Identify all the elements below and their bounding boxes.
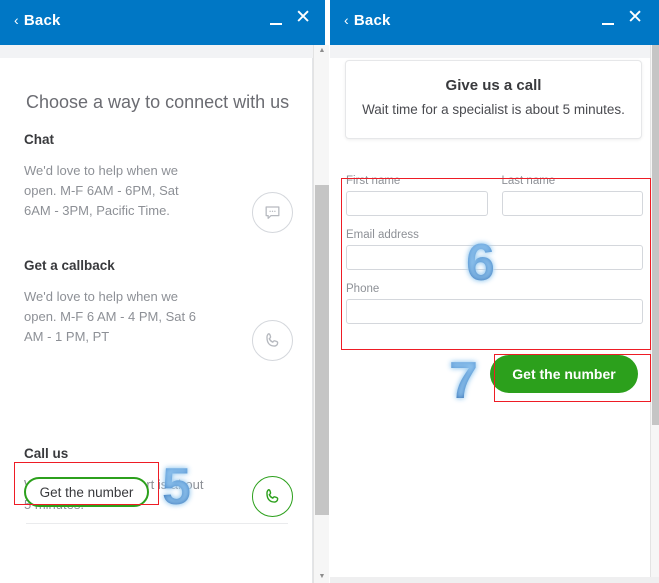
option-callback-title: Get a callback: [24, 258, 115, 273]
section-divider: [26, 523, 288, 524]
last-name-field-group: Last name: [501, 175, 643, 216]
left-back-label: Back: [23, 12, 61, 29]
right-back-button[interactable]: ‹ Back: [344, 12, 391, 29]
chat-bubble-icon[interactable]: [252, 192, 293, 233]
callback-phone-icon[interactable]: [252, 320, 293, 361]
first-name-input[interactable]: [346, 191, 488, 216]
right-subheader-band: [330, 45, 659, 58]
right-window-titlebar: ‹ Back ✕: [330, 0, 659, 45]
get-the-number-button-right[interactable]: Get the number: [490, 355, 638, 393]
left-window-body: Choose a way to connect with us Chat We'…: [0, 58, 313, 583]
email-input[interactable]: [346, 245, 643, 270]
left-window-titlebar: ‹ Back ✕: [0, 0, 325, 45]
scroll-up-arrow[interactable]: ▲: [314, 45, 329, 57]
right-scrollbar-thumb[interactable]: [652, 45, 659, 425]
give-us-a-call-window: ‹ Back ✕ Give us a call Wait time for a …: [330, 0, 659, 583]
give-us-a-call-card: Give us a call Wait time for a specialis…: [345, 60, 642, 139]
right-window-bottom-strip: [330, 577, 659, 583]
call-us-phone-icon[interactable]: [252, 476, 293, 517]
option-call-us-title: Call us: [24, 446, 69, 461]
phone-input[interactable]: [346, 299, 643, 324]
option-chat-description: We'd love to help when we open. M-F 6AM …: [24, 163, 179, 218]
page-title: Choose a way to connect with us: [26, 92, 290, 112]
connect-options-window: ‹ Back ✕ Choose a way to connect with us…: [0, 0, 329, 583]
right-window-body: Give us a call Wait time for a specialis…: [330, 58, 659, 583]
option-chat-title: Chat: [24, 132, 54, 147]
close-icon[interactable]: ✕: [627, 8, 643, 27]
close-icon[interactable]: ✕: [295, 8, 311, 27]
first-name-label: First name: [346, 175, 401, 187]
email-field-group: Email address: [346, 229, 643, 270]
phone-field-group: Phone: [346, 283, 643, 324]
phone-label: Phone: [346, 283, 380, 295]
left-scrollbar-thumb[interactable]: [315, 185, 329, 515]
right-window-controls: ✕: [601, 8, 643, 29]
scroll-down-arrow[interactable]: ▼: [314, 571, 329, 583]
left-window-controls: ✕: [269, 8, 311, 29]
email-label: Email address: [346, 229, 419, 241]
first-name-field-group: First name: [346, 175, 488, 216]
last-name-input[interactable]: [501, 191, 643, 216]
right-back-label: Back: [353, 12, 391, 29]
minimize-icon[interactable]: [269, 13, 283, 27]
call-card-subtitle: Wait time for a specialist is about 5 mi…: [362, 102, 625, 117]
left-scrollbar-track[interactable]: ▲ ▼: [313, 45, 329, 583]
right-scrollbar-track[interactable]: [650, 45, 659, 577]
chevron-left-icon: ‹: [14, 11, 19, 28]
contact-form: First name Last name Email address Phone: [346, 175, 643, 324]
last-name-label: Last name: [501, 175, 556, 187]
left-back-button[interactable]: ‹ Back: [14, 12, 61, 29]
minimize-icon[interactable]: [601, 13, 615, 27]
name-row: First name Last name: [346, 175, 643, 216]
screenshot-root: ‹ Back ✕ Choose a way to connect with us…: [0, 0, 659, 583]
chevron-left-icon: ‹: [344, 11, 349, 28]
get-the-number-button-left[interactable]: Get the number: [24, 477, 149, 507]
call-card-title: Give us a call: [445, 77, 542, 94]
option-callback-description: We'd love to help when we open. M-F 6 AM…: [24, 289, 196, 344]
left-subheader-band: [0, 45, 313, 58]
